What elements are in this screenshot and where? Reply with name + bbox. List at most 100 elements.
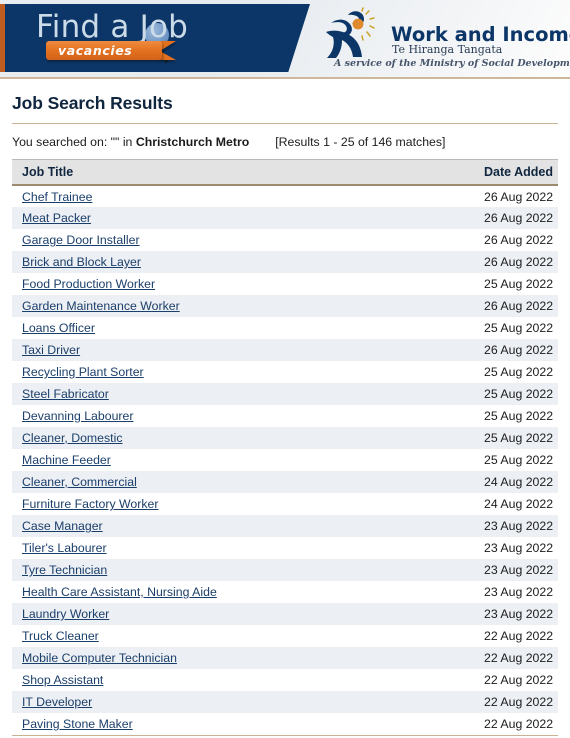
date-added-cell: 25 Aug 2022 bbox=[484, 321, 554, 335]
job-title-cell: Chef Trainee bbox=[12, 185, 478, 207]
table-row: Brick and Block Layer 26 Aug 2022 bbox=[12, 251, 558, 273]
job-title-cell: Shop Assistant bbox=[12, 669, 478, 691]
job-title-link[interactable]: Tyre Technician bbox=[22, 563, 107, 577]
job-title-link[interactable]: Laundry Worker bbox=[22, 607, 109, 621]
table-row: Health Care Assistant, Nursing Aide 23 Au… bbox=[12, 581, 558, 603]
job-title-link[interactable]: Cleaner, Commercial bbox=[22, 475, 137, 489]
table-head: Job Title Date Added bbox=[12, 159, 558, 186]
job-title-link[interactable]: Paving Stone Maker bbox=[22, 717, 133, 731]
table-row: Cleaner, Domestic 25 Aug 2022 bbox=[12, 427, 558, 449]
job-title-link[interactable]: Furniture Factory Worker bbox=[22, 497, 158, 511]
date-added-cell: 23 Aug 2022 bbox=[484, 541, 554, 555]
job-title-link[interactable]: Mobile Computer Technician bbox=[22, 651, 177, 665]
date-added-cell: 24 Aug 2022 bbox=[484, 475, 554, 489]
job-title-link[interactable]: IT Developer bbox=[22, 695, 92, 709]
job-title-cell: Steel Fabricator bbox=[12, 383, 478, 405]
table-row: Truck Cleaner 22 Aug 2022 bbox=[12, 625, 558, 647]
job-title-cell: Machine Feeder bbox=[12, 449, 478, 471]
find-a-job-logo[interactable]: Find a Job vacancies bbox=[36, 9, 286, 69]
date-added-cell: 26 Aug 2022 bbox=[484, 343, 554, 357]
job-title-cell: Tiler's Labourer bbox=[12, 537, 478, 559]
job-title-link[interactable]: Food Production Worker bbox=[22, 277, 155, 291]
job-title-link[interactable]: Health Care Assistant, Nursing Aide bbox=[22, 585, 217, 599]
job-title-link[interactable]: Chef Trainee bbox=[22, 190, 92, 204]
job-title-link[interactable]: Steel Fabricator bbox=[22, 387, 109, 401]
date-added-cell: 23 Aug 2022 bbox=[484, 563, 554, 577]
job-title-link[interactable]: Cleaner, Domestic bbox=[22, 431, 122, 445]
table-row: Cleaner, Commercial 24 Aug 2022 bbox=[12, 471, 558, 493]
date-added-cell: 23 Aug 2022 bbox=[484, 519, 554, 533]
date-added-cell: 22 Aug 2022 bbox=[484, 651, 554, 665]
table-row: Garage Door Installer 26 Aug 2022 bbox=[12, 229, 558, 251]
work-and-income-maori-subtitle: Te Hiranga Tangata bbox=[392, 43, 503, 56]
date-added-cell: 22 Aug 2022 bbox=[484, 695, 554, 709]
job-title-link[interactable]: Devanning Labourer bbox=[22, 409, 133, 423]
date-added-cell: 25 Aug 2022 bbox=[484, 277, 554, 291]
date-added-cell: 22 Aug 2022 bbox=[484, 673, 554, 687]
job-title-link[interactable]: Shop Assistant bbox=[22, 673, 103, 687]
job-title-cell: Truck Cleaner bbox=[12, 625, 478, 647]
column-header-date-added[interactable]: Date Added bbox=[478, 159, 558, 186]
job-title-cell: Brick and Block Layer bbox=[12, 251, 478, 273]
table-header-row: Job Title Date Added bbox=[12, 159, 558, 186]
page-title: Job Search Results bbox=[12, 93, 173, 113]
date-added-cell: 25 Aug 2022 bbox=[484, 431, 554, 445]
work-and-income-tagline: A service of the Ministry of Social Deve… bbox=[334, 58, 570, 69]
job-title-link[interactable]: Tiler's Labourer bbox=[22, 541, 107, 555]
work-and-income-logo[interactable]: Work and Income Te Hiranga Tangata A ser… bbox=[318, 5, 570, 73]
job-title-link[interactable]: Machine Feeder bbox=[22, 453, 111, 467]
date-added-cell: 25 Aug 2022 bbox=[484, 409, 554, 423]
job-title-link[interactable]: Brick and Block Layer bbox=[22, 255, 141, 269]
date-added-cell: 23 Aug 2022 bbox=[484, 607, 554, 621]
page-content: Job Search Results You searched on: "" i… bbox=[0, 93, 570, 736]
date-added-cell: 26 Aug 2022 bbox=[484, 233, 554, 247]
date-added-cell: 25 Aug 2022 bbox=[484, 365, 554, 379]
table-row: Tiler's Labourer 23 Aug 2022 bbox=[12, 537, 558, 559]
table-row: Tyre Technician 23 Aug 2022 bbox=[12, 559, 558, 581]
job-title-cell: Laundry Worker bbox=[12, 603, 478, 625]
date-added-cell: 26 Aug 2022 bbox=[484, 211, 554, 225]
table-body: Chef Trainee 26 Aug 2022 Meat Packer 26 Aug… bbox=[12, 185, 558, 736]
job-title-cell: Case Manager bbox=[12, 515, 478, 537]
table-row: Shop Assistant 22 Aug 2022 bbox=[12, 669, 558, 691]
job-title-link[interactable]: Case Manager bbox=[22, 519, 103, 533]
header-orange-accent-bar bbox=[0, 4, 5, 72]
job-title-cell: Food Production Worker bbox=[12, 273, 478, 295]
job-title-cell: Garage Door Installer bbox=[12, 229, 478, 251]
column-header-job-title[interactable]: Job Title bbox=[12, 159, 478, 186]
table-row: IT Developer 22 Aug 2022 bbox=[12, 691, 558, 713]
date-added-cell: 26 Aug 2022 bbox=[484, 299, 554, 313]
job-title-cell: Meat Packer bbox=[12, 207, 478, 229]
job-title-cell: Recycling Plant Sorter bbox=[12, 361, 478, 383]
date-added-cell: 26 Aug 2022 bbox=[484, 189, 554, 204]
table-row: Mobile Computer Technician 22 Aug 2022 bbox=[12, 647, 558, 669]
date-added-cell: 25 Aug 2022 bbox=[484, 453, 554, 467]
site-header: Find a Job vacancies Work and Income Te … bbox=[0, 0, 570, 79]
table-row: Garden Maintenance Worker 26 Aug 2022 bbox=[12, 295, 558, 317]
job-title-link[interactable]: Taxi Driver bbox=[22, 343, 80, 357]
job-title-cell: Paving Stone Maker bbox=[12, 713, 478, 736]
job-results-table: Job Title Date Added Chef Trainee 26 Aug … bbox=[12, 159, 558, 736]
job-title-link[interactable]: Meat Packer bbox=[22, 211, 91, 225]
table-row: Paving Stone Maker 22 Aug 2022 bbox=[12, 713, 558, 736]
date-added-cell: 24 Aug 2022 bbox=[484, 497, 554, 511]
table-row: Chef Trainee 26 Aug 2022 bbox=[12, 185, 558, 207]
running-figure-sun-icon bbox=[326, 7, 375, 58]
job-title-link[interactable]: Recycling Plant Sorter bbox=[22, 365, 144, 379]
job-title-link[interactable]: Garden Maintenance Worker bbox=[22, 299, 180, 313]
table-row: Furniture Factory Worker 24 Aug 2022 bbox=[12, 493, 558, 515]
table-row: Recycling Plant Sorter 25 Aug 2022 bbox=[12, 361, 558, 383]
job-title-cell: IT Developer bbox=[12, 691, 478, 713]
date-added-cell: 26 Aug 2022 bbox=[484, 255, 554, 269]
job-title-link[interactable]: Loans Officer bbox=[22, 321, 95, 335]
date-added-cell: 22 Aug 2022 bbox=[484, 629, 554, 643]
job-title-link[interactable]: Garage Door Installer bbox=[22, 233, 140, 247]
header-bottom-divider bbox=[0, 77, 570, 79]
job-title-cell: Garden Maintenance Worker bbox=[12, 295, 478, 317]
table-row: Machine Feeder 25 Aug 2022 bbox=[12, 449, 558, 471]
job-title-cell: Furniture Factory Worker bbox=[12, 493, 478, 515]
results-count: [Results 1 - 25 of 146 matches] bbox=[275, 135, 446, 149]
job-title-cell: Health Care Assistant, Nursing Aide bbox=[12, 581, 478, 603]
job-title-cell: Cleaner, Domestic bbox=[12, 427, 478, 449]
job-title-link[interactable]: Truck Cleaner bbox=[22, 629, 99, 643]
